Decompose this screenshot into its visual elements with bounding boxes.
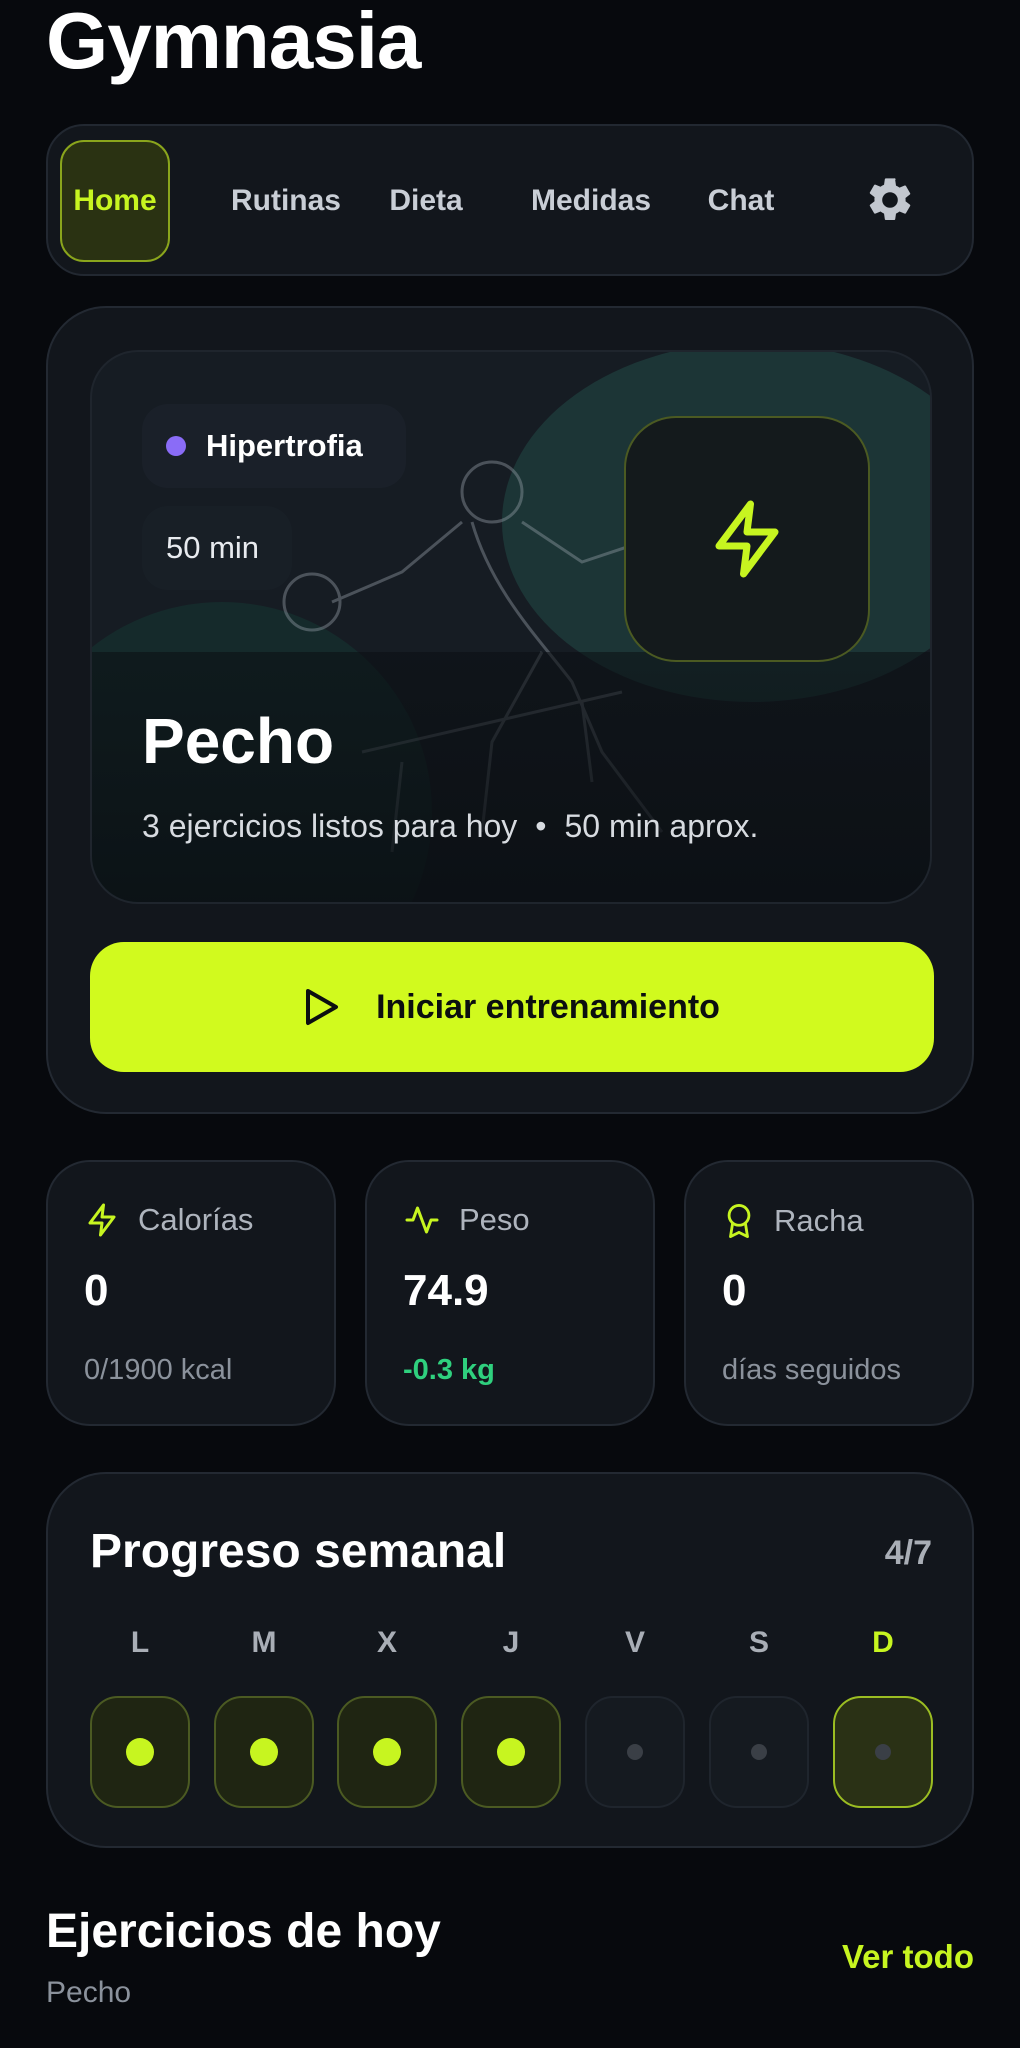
- day-sunday[interactable]: D: [833, 1626, 933, 1808]
- workout-title: Pecho: [142, 705, 335, 777]
- type-dot: [166, 436, 186, 456]
- gear-icon[interactable]: [864, 174, 916, 226]
- day-letter: S: [748, 1626, 769, 1659]
- stat-value: 74.9: [403, 1266, 489, 1315]
- bolt-icon: [88, 1203, 116, 1237]
- day-friday[interactable]: V: [585, 1626, 685, 1808]
- day-dot: [751, 1744, 767, 1760]
- stat-weight[interactable]: Peso 74.9 -0.3 kg: [365, 1160, 655, 1426]
- day-box: [585, 1696, 685, 1808]
- day-letter: J: [502, 1626, 520, 1659]
- day-box: [709, 1696, 809, 1808]
- app-title: Gymnasia: [46, 0, 421, 85]
- day-monday[interactable]: L: [90, 1626, 190, 1808]
- exercise-count-text: 3 ejercicios listos para hoy: [142, 808, 518, 844]
- day-thursday[interactable]: J: [461, 1626, 561, 1808]
- stat-header: Calorías: [84, 1202, 253, 1238]
- tab-home[interactable]: Home: [60, 140, 170, 262]
- award-icon: [727, 1204, 751, 1238]
- day-dot: [126, 1738, 154, 1766]
- stat-header: Racha: [722, 1202, 864, 1240]
- stat-sub: -0.3 kg: [403, 1354, 495, 1386]
- stat-label: Calorías: [138, 1202, 254, 1237]
- start-workout-label: Iniciar entrenamiento: [376, 987, 720, 1026]
- day-letter: L: [130, 1626, 150, 1659]
- stat-sub: días seguidos: [722, 1354, 901, 1386]
- day-letter: V: [624, 1626, 645, 1659]
- day-letter: M: [251, 1626, 277, 1659]
- day-box: [90, 1696, 190, 1808]
- workout-hero: Hipertrofia 50 min Pecho 3 ejercicios li…: [46, 306, 974, 1114]
- stat-label: Racha: [774, 1203, 864, 1238]
- duration-text: 50 min aprox.: [564, 808, 759, 844]
- day-saturday[interactable]: S: [709, 1626, 809, 1808]
- stat-label: Peso: [459, 1202, 530, 1237]
- start-workout-button[interactable]: Iniciar entrenamiento: [90, 942, 934, 1072]
- stat-value: 0: [722, 1266, 747, 1315]
- exercises-title: Ejercicios de hoy: [46, 1905, 441, 1958]
- main-nav: Home Rutinas Dieta Medidas Chat: [46, 124, 974, 276]
- day-letter: D: [872, 1626, 894, 1659]
- duration-badge: 50 min: [142, 506, 292, 590]
- tab-chat[interactable]: Chat: [698, 140, 784, 262]
- activity-icon: [405, 1206, 439, 1234]
- bolt-icon: [624, 416, 870, 662]
- day-box: [461, 1696, 561, 1808]
- type-label: Hipertrofia: [206, 428, 363, 463]
- day-dot: [627, 1744, 643, 1760]
- day-dot: [875, 1744, 891, 1760]
- view-all-link[interactable]: Ver todo: [842, 1938, 974, 1976]
- day-box: [214, 1696, 314, 1808]
- day-tuesday[interactable]: M: [214, 1626, 314, 1808]
- stat-sub: 0/1900 kcal: [84, 1354, 233, 1386]
- day-box: [337, 1696, 437, 1808]
- tab-dieta[interactable]: Dieta: [370, 140, 482, 262]
- day-letter: X: [376, 1626, 397, 1659]
- workout-card[interactable]: Hipertrofia 50 min Pecho 3 ejercicios li…: [90, 350, 932, 904]
- stat-header: Peso: [403, 1202, 530, 1238]
- tab-rutinas[interactable]: Rutinas: [216, 140, 356, 262]
- stat-value: 0: [84, 1266, 109, 1315]
- hero-shade: [92, 652, 930, 902]
- weekly-title: Progreso semanal: [90, 1525, 507, 1578]
- subtitle-separator: •: [535, 808, 547, 844]
- play-icon: [306, 989, 339, 1025]
- day-dot: [497, 1738, 525, 1766]
- day-box: [833, 1696, 933, 1808]
- weekly-progress: Progreso semanal 4/7 L M X J V S D: [46, 1472, 974, 1848]
- day-dot: [373, 1738, 401, 1766]
- day-wednesday[interactable]: X: [337, 1626, 437, 1808]
- stat-streak[interactable]: Racha 0 días seguidos: [684, 1160, 974, 1426]
- tab-medidas[interactable]: Medidas: [518, 140, 664, 262]
- exercises-subtitle: Pecho: [46, 1976, 132, 2009]
- weekly-count: 4/7: [884, 1534, 932, 1572]
- day-dot: [250, 1738, 278, 1766]
- workout-subtitle: 3 ejercicios listos para hoy • 50 min apro…: [142, 808, 758, 845]
- stat-calories[interactable]: Calorías 0 0/1900 kcal: [46, 1160, 336, 1426]
- type-badge: Hipertrofia: [142, 404, 406, 488]
